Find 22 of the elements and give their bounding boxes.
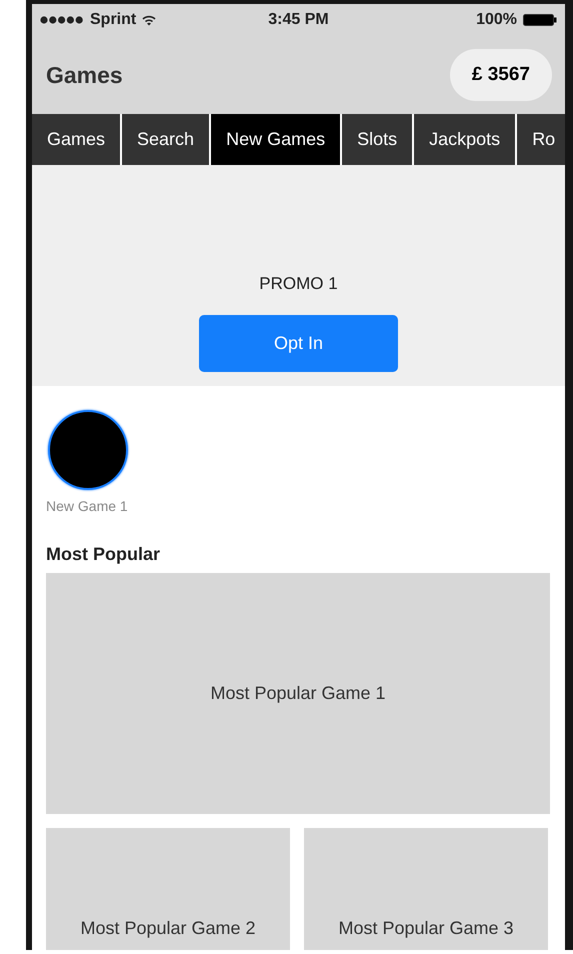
- game-name: New Game 1: [46, 498, 128, 514]
- wifi-icon: [142, 14, 156, 26]
- category-tab[interactable]: Slots: [342, 114, 412, 165]
- category-tab[interactable]: Ro: [517, 114, 565, 165]
- page-title: Games: [46, 62, 123, 88]
- game-card[interactable]: Most Popular Game 2: [46, 828, 290, 950]
- section-heading: Most Popular: [46, 544, 162, 565]
- category-tab[interactable]: Games: [32, 114, 120, 165]
- promo-title: PROMO 1: [259, 274, 338, 294]
- category-tab[interactable]: New Games: [211, 114, 340, 165]
- battery-percent: 100%: [476, 11, 517, 29]
- category-tab[interactable]: Search: [122, 114, 210, 165]
- status-time: 3:45 PM: [268, 11, 329, 29]
- game-thumbnail[interactable]: [48, 410, 128, 490]
- battery-icon: [523, 14, 557, 26]
- category-tab[interactable]: Jackpots: [414, 114, 516, 165]
- game-card[interactable]: Most Popular Game 3: [304, 828, 548, 950]
- game-card[interactable]: Most Popular Game 1: [46, 573, 550, 814]
- opt-in-button[interactable]: Opt In: [199, 315, 398, 372]
- signal-dots-icon: [40, 16, 84, 24]
- balance-button[interactable]: £ 3567: [450, 49, 552, 101]
- carrier-name: Sprint: [90, 11, 136, 29]
